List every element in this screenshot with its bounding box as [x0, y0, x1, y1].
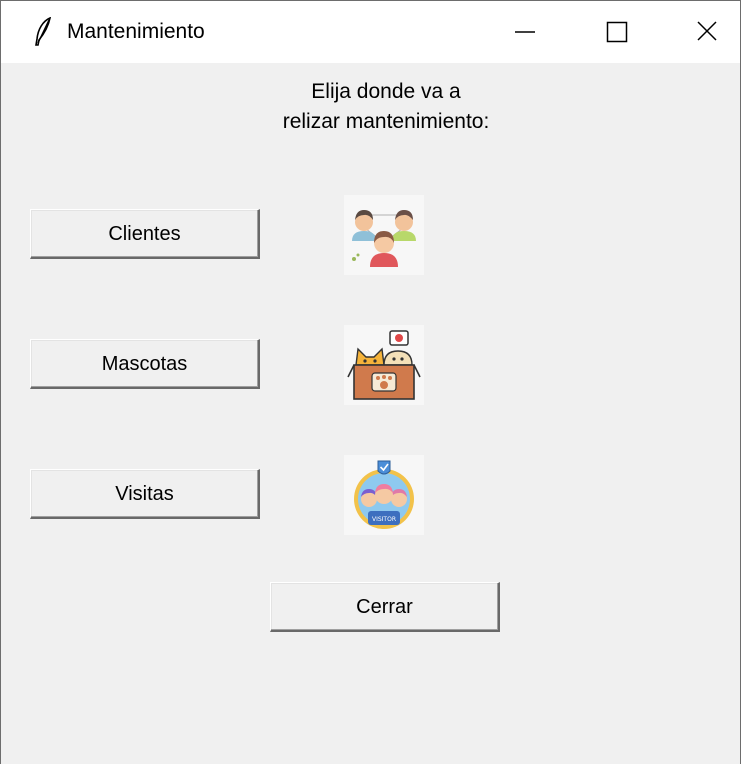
minimize-icon [515, 31, 535, 33]
minimize-button[interactable] [479, 1, 571, 63]
clientes-image [344, 195, 424, 275]
pets-box-icon [347, 330, 421, 400]
maintenance-window: Mantenimiento Elija donde va a relizar m… [0, 0, 741, 764]
prompt-label: Elija donde va a relizar mantenimiento: [282, 80, 490, 133]
visitor-badge-icon: VISITOR [354, 460, 414, 529]
visitas-button[interactable]: Visitas [30, 469, 260, 519]
maximize-icon [606, 21, 628, 43]
cerrar-button[interactable]: Cerrar [270, 582, 500, 632]
title-bar[interactable]: Mantenimiento [1, 1, 740, 63]
mascotas-image [344, 325, 424, 405]
feather-icon [35, 17, 52, 46]
visitas-image: VISITOR [344, 455, 424, 535]
close-icon [697, 21, 717, 41]
close-button[interactable] [653, 1, 740, 63]
clientes-button[interactable]: Clientes [30, 209, 260, 259]
window-content: Elija donde va a relizar mantenimiento: … [1, 63, 740, 764]
mascotas-button[interactable]: Mascotas [30, 339, 260, 389]
visitor-badge-text: VISITOR [372, 516, 396, 523]
window-title: Mantenimiento [67, 20, 205, 43]
people-group-icon [352, 210, 416, 267]
maximize-button[interactable] [571, 1, 663, 63]
